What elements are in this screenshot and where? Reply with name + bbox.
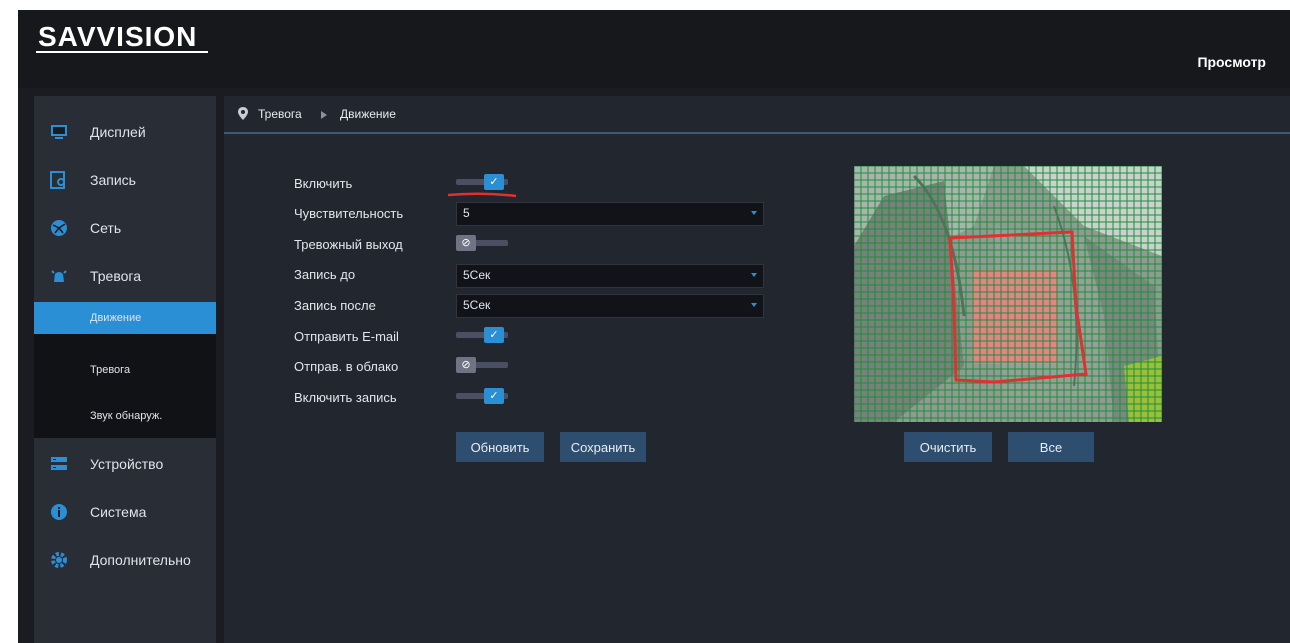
sidebar-subitem-sound-detect[interactable]: Звук обнаруж. — [34, 400, 216, 432]
alarm-submenu: Движение Тревога Звук обнаруж. — [34, 302, 216, 438]
location-pin-icon — [238, 107, 248, 120]
breadcrumb-item: Движение — [340, 107, 396, 121]
camera-snapshot — [854, 166, 1162, 422]
motion-detection-preview[interactable] — [854, 166, 1162, 422]
toggle-knob: ✓ — [484, 388, 504, 404]
sidebar-subitem-motion[interactable]: Движение — [34, 302, 216, 334]
sidebar-subitem-label: Звук обнаруж. — [90, 410, 163, 422]
brand-logo: SAVVISION — [36, 21, 208, 53]
alarm-bell-icon — [51, 270, 67, 282]
sidebar-item-display[interactable]: Дисплей — [34, 112, 216, 152]
toggle-knob: ✓ — [484, 174, 504, 190]
chevron-right-icon — [321, 111, 327, 119]
check-icon: ✓ — [489, 329, 499, 341]
sidebar-item-advanced[interactable]: Дополнительно — [34, 540, 216, 580]
toggle-knob: ⊘ — [456, 235, 476, 251]
alarm-output-toggle[interactable]: ⊘ — [456, 235, 508, 251]
sidebar-item-alarm[interactable]: Тревога — [34, 256, 216, 296]
toggle-knob: ⊘ — [456, 357, 476, 373]
view-link[interactable]: Просмотр — [1197, 54, 1266, 70]
sidebar-item-device[interactable]: Устройство — [34, 444, 216, 484]
disabled-icon: ⊘ — [461, 237, 471, 249]
annotation-underline — [447, 192, 517, 198]
refresh-button[interactable]: Обновить — [456, 432, 544, 462]
sidebar-item-system[interactable]: Система — [34, 492, 216, 532]
record-after-select[interactable]: 5Сек — [456, 294, 764, 318]
sidebar-item-label: Дисплей — [90, 124, 146, 140]
record-before-value: 5Сек — [463, 268, 491, 282]
main-content: Тревога Движение Включить ✓ Чувствительн… — [224, 96, 1290, 643]
breadcrumb: Тревога Движение — [224, 96, 1290, 134]
enable-toggle[interactable]: ✓ — [456, 174, 508, 190]
chevron-down-icon — [751, 303, 757, 307]
sidebar-item-label: Устройство — [90, 456, 164, 472]
record-after-value: 5Сек — [463, 298, 491, 312]
device-icon — [51, 457, 67, 470]
clear-button[interactable]: Очистить — [904, 432, 992, 462]
record-before-select[interactable]: 5Сек — [456, 264, 764, 288]
breadcrumb-item[interactable]: Тревога — [258, 107, 302, 121]
sidebar: Дисплей Запись Сеть Тревога Движение Тре… — [34, 96, 216, 643]
alarm-output-label: Тревожный выход — [294, 237, 403, 252]
check-icon: ✓ — [489, 176, 499, 188]
sidebar-subitem-label: Тревога — [90, 364, 131, 376]
network-globe-icon — [51, 220, 67, 236]
top-bar: SAVVISION Просмотр — [18, 10, 1290, 88]
chevron-down-icon — [751, 211, 757, 215]
sensitivity-label: Чувствительность — [294, 206, 404, 221]
svg-text:SAVVISION: SAVVISION — [38, 21, 197, 52]
sidebar-item-network[interactable]: Сеть — [34, 208, 216, 248]
sidebar-subitem-alarm[interactable]: Тревога — [34, 354, 216, 386]
record-after-label: Запись после — [294, 298, 376, 313]
send-cloud-toggle[interactable]: ⊘ — [456, 357, 508, 373]
sidebar-subitem-label: Движение — [90, 312, 142, 324]
enable-record-toggle[interactable]: ✓ — [456, 388, 508, 404]
sensitivity-value: 5 — [463, 206, 470, 220]
chevron-down-icon — [751, 273, 757, 277]
select-all-button[interactable]: Все — [1008, 432, 1094, 462]
sidebar-item-label: Запись — [90, 172, 136, 188]
sensitivity-select[interactable]: 5 — [456, 202, 764, 226]
disabled-icon: ⊘ — [461, 359, 471, 371]
save-button[interactable]: Сохранить — [560, 432, 646, 462]
sidebar-item-label: Система — [90, 504, 147, 520]
check-icon: ✓ — [489, 390, 499, 402]
record-search-icon — [50, 171, 65, 189]
send-cloud-label: Отправ. в облако — [294, 359, 399, 374]
gear-icon — [51, 552, 67, 568]
sidebar-item-label: Сеть — [90, 220, 122, 236]
app-window: SAVVISION Просмотр Дисплей Запись Сеть Т… — [18, 10, 1290, 643]
record-before-label: Запись до — [294, 267, 356, 282]
send-email-toggle[interactable]: ✓ — [456, 327, 508, 343]
info-icon — [51, 504, 67, 520]
send-email-label: Отправить E-mail — [294, 329, 399, 344]
sidebar-item-label: Дополнительно — [90, 552, 191, 568]
enable-label: Включить — [294, 176, 353, 191]
monitor-icon — [51, 125, 67, 139]
sidebar-item-record[interactable]: Запись — [34, 160, 216, 200]
sidebar-item-label: Тревога — [90, 268, 141, 284]
toggle-knob: ✓ — [484, 327, 504, 343]
enable-record-label: Включить запись — [294, 390, 397, 405]
